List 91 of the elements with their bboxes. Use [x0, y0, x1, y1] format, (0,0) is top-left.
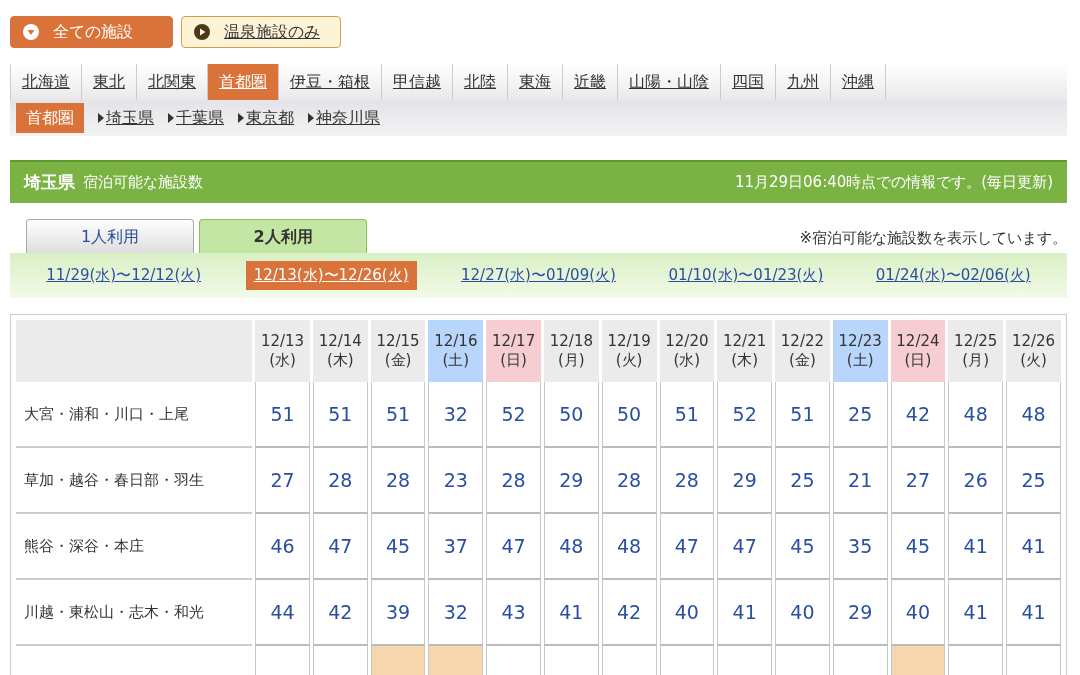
count-cell[interactable]: 44 — [255, 580, 310, 646]
date-header: 12/25 (月) — [948, 320, 1004, 382]
guest-count-tab[interactable]: 2人利用 — [199, 219, 367, 253]
count-cell[interactable]: 41 — [1006, 514, 1061, 580]
count-cell[interactable]: 51 — [370, 382, 426, 448]
count-cell[interactable]: 48 — [948, 382, 1004, 448]
date-header: 12/14 (木) — [312, 320, 368, 382]
count-cell[interactable]: 51 — [659, 382, 715, 448]
update-time: 11月29日06:40時点での情報です。(毎日更新) — [734, 172, 1053, 194]
date-header: 12/22 (金) — [775, 320, 830, 382]
triangle-icon — [308, 113, 314, 123]
date-header: 12/19 (火) — [601, 320, 657, 382]
count-cell[interactable]: 45 — [775, 514, 830, 580]
count-cell[interactable]: 28 — [312, 448, 368, 514]
count-cell[interactable]: 41 — [1006, 580, 1061, 646]
date-header: 12/13 (水) — [255, 320, 310, 382]
count-cell[interactable]: 42 — [601, 580, 657, 646]
date-header: 12/26 (火) — [1006, 320, 1061, 382]
count-cell[interactable]: 41 — [948, 580, 1004, 646]
count-cell[interactable]: 52 — [486, 382, 541, 448]
count-cell[interactable]: 47 — [717, 514, 773, 580]
date-header: 12/23 (土) — [832, 320, 888, 382]
date-header: 12/24 (日) — [890, 320, 946, 382]
count-cell[interactable]: 25 — [775, 448, 830, 514]
count-cell[interactable]: 50 — [543, 382, 599, 448]
count-cell[interactable]: 47 — [312, 514, 368, 580]
count-cell[interactable]: 43 — [486, 580, 541, 646]
count-cell[interactable]: 25 — [1006, 448, 1061, 514]
count-cell[interactable]: 41 — [948, 514, 1004, 580]
date-header: 12/21 (木) — [717, 320, 773, 382]
count-cell[interactable]: 41 — [543, 580, 599, 646]
area-name: 川越・東松山・志木・和光 — [16, 580, 253, 646]
count-cell[interactable]: 51 — [312, 382, 368, 448]
area-name: 草加・越谷・春日部・羽生 — [16, 448, 253, 514]
count-cell[interactable]: 48 — [543, 514, 599, 580]
count-cell[interactable]: 27 — [890, 448, 946, 514]
count-cell[interactable]: 52 — [717, 382, 773, 448]
guest-count-tab[interactable]: 1人利用 — [26, 219, 194, 253]
date-header: 12/15 (金) — [370, 320, 426, 382]
play-icon — [194, 24, 210, 40]
count-cell[interactable]: 51 — [255, 382, 310, 448]
count-cell[interactable]: 47 — [486, 514, 541, 580]
count-cell[interactable]: 41 — [717, 580, 773, 646]
count-cell[interactable]: 28 — [601, 448, 657, 514]
triangle-icon — [98, 113, 104, 123]
prefecture-link[interactable]: 千葉県 — [168, 106, 224, 130]
date-header: 12/20 (水) — [659, 320, 715, 382]
count-cell[interactable]: 40 — [659, 580, 715, 646]
count-cell[interactable]: 32 — [428, 382, 484, 448]
note-text: ※宿泊可能な施設数を表示しています。 — [799, 227, 1067, 249]
triangle-icon — [168, 113, 174, 123]
count-cell[interactable]: 48 — [601, 514, 657, 580]
period-link[interactable]: 01/10(水)〜01/23(火) — [660, 261, 832, 290]
prefecture-link[interactable]: 埼玉県 — [98, 106, 154, 130]
count-cell[interactable]: 46 — [255, 514, 310, 580]
date-header: 12/17 (日) — [486, 320, 541, 382]
period-link[interactable]: 11/29(水)〜12/12(火) — [38, 261, 210, 290]
count-cell[interactable]: 48 — [1006, 382, 1061, 448]
area-name: 大宮・浦和・川口・上尾 — [16, 382, 253, 448]
count-cell[interactable]: 23 — [428, 448, 484, 514]
triangle-icon — [238, 113, 244, 123]
count-cell[interactable]: 45 — [370, 514, 426, 580]
count-cell[interactable]: 25 — [832, 382, 888, 448]
count-cell[interactable]: 28 — [370, 448, 426, 514]
count-cell[interactable]: 50 — [601, 382, 657, 448]
count-cell[interactable]: 21 — [832, 448, 888, 514]
prefecture-link[interactable]: 東京都 — [238, 106, 294, 130]
count-cell[interactable]: 47 — [659, 514, 715, 580]
count-cell[interactable]: 51 — [775, 382, 830, 448]
count-cell[interactable]: 42 — [312, 580, 368, 646]
prefecture-title: 埼玉県 — [24, 170, 75, 194]
count-cell[interactable]: 45 — [890, 514, 946, 580]
period-link[interactable]: 01/24(水)〜02/06(火) — [867, 261, 1039, 290]
date-header: 12/16 (土) — [428, 320, 484, 382]
section-subtitle: 宿泊可能な施設数 — [83, 172, 203, 194]
count-cell[interactable]: 29 — [832, 580, 888, 646]
date-header: 12/18 (月) — [543, 320, 599, 382]
count-cell[interactable]: 37 — [428, 514, 484, 580]
period-link[interactable]: 12/27(水)〜01/09(火) — [453, 261, 624, 290]
count-cell[interactable]: 42 — [890, 382, 946, 448]
count-cell[interactable]: 28 — [486, 448, 541, 514]
count-cell[interactable]: 29 — [543, 448, 599, 514]
count-cell[interactable]: 26 — [948, 448, 1004, 514]
area-name: 熊谷・深谷・本庄 — [16, 514, 253, 580]
count-cell[interactable]: 27 — [255, 448, 310, 514]
prefecture-link[interactable]: 神奈川県 — [308, 106, 380, 130]
count-cell[interactable]: 40 — [775, 580, 830, 646]
count-cell[interactable]: 28 — [659, 448, 715, 514]
count-cell[interactable]: 29 — [717, 448, 773, 514]
current-region-label: 首都圏 — [16, 103, 84, 133]
count-cell[interactable]: 35 — [832, 514, 888, 580]
